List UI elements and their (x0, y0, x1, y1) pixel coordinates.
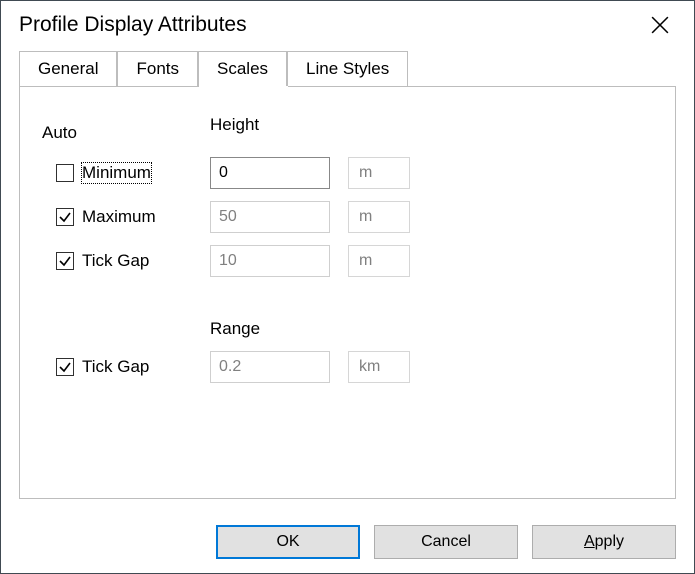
apply-button[interactable]: Apply (532, 525, 676, 559)
maximum-checkbox[interactable] (56, 208, 74, 226)
close-icon (651, 16, 669, 34)
dialog-window: Profile Display Attributes General Fonts… (0, 0, 695, 574)
tabstrip: General Fonts Scales Line Styles (1, 51, 694, 86)
minimum-input[interactable] (210, 157, 330, 189)
maximum-checkbox-row: Maximum (42, 207, 192, 227)
range-tickgap-checkbox[interactable] (56, 358, 74, 376)
range-tickgap-unit: km (348, 351, 410, 383)
range-tickgap-checkbox-row: Tick Gap (42, 357, 192, 377)
range-tickgap-label[interactable]: Tick Gap (82, 357, 149, 377)
height-tickgap-input[interactable] (210, 245, 330, 277)
auto-group-label: Auto (42, 105, 192, 145)
check-icon (58, 360, 72, 374)
tab-linestyles[interactable]: Line Styles (287, 51, 408, 86)
titlebar: Profile Display Attributes (1, 1, 694, 51)
maximum-label[interactable]: Maximum (82, 207, 156, 227)
height-tickgap-label[interactable]: Tick Gap (82, 251, 149, 271)
tab-scales[interactable]: Scales (198, 51, 287, 86)
height-section-label: Height (210, 115, 330, 135)
tab-fonts[interactable]: Fonts (117, 51, 198, 86)
check-icon (58, 254, 72, 268)
maximum-unit: m (348, 201, 410, 233)
maximum-input[interactable] (210, 201, 330, 233)
dialog-button-row: OK Cancel Apply (1, 513, 694, 573)
tab-general[interactable]: General (19, 51, 117, 86)
range-section-label: Range (210, 319, 330, 339)
minimum-checkbox-row: Minimum (42, 163, 192, 183)
ok-button[interactable]: OK (216, 525, 360, 559)
range-tickgap-input[interactable] (210, 351, 330, 383)
tabpanel-scales: Auto Height Minimum m Maximum (19, 86, 676, 499)
height-tickgap-checkbox-row: Tick Gap (42, 251, 192, 271)
height-tickgap-checkbox[interactable] (56, 252, 74, 270)
minimum-label[interactable]: Minimum (82, 163, 151, 183)
close-button[interactable] (640, 9, 680, 41)
scales-grid: Auto Height Minimum m Maximum (42, 105, 653, 383)
height-tickgap-unit: m (348, 245, 410, 277)
minimum-unit: m (348, 157, 410, 189)
tabpanel-container: Auto Height Minimum m Maximum (1, 86, 694, 513)
minimum-checkbox[interactable] (56, 164, 74, 182)
window-title: Profile Display Attributes (19, 13, 247, 37)
check-icon (58, 210, 72, 224)
cancel-button[interactable]: Cancel (374, 525, 518, 559)
